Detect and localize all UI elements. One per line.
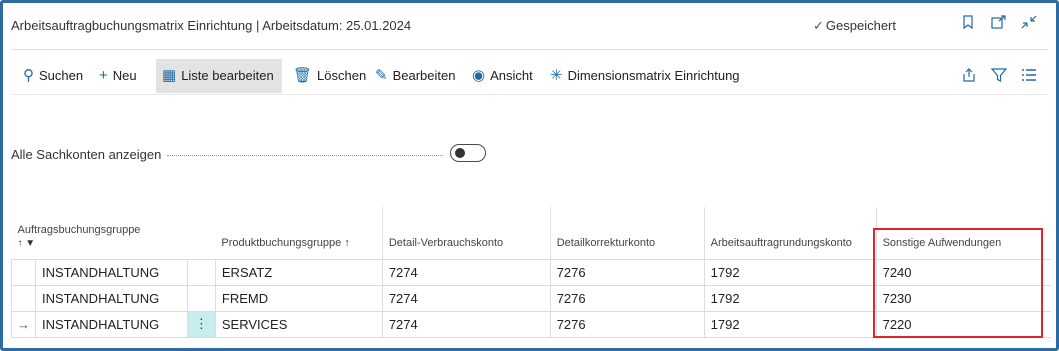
eye-icon: ◉	[472, 67, 486, 84]
delete-label: Löschen	[317, 68, 367, 83]
cell-product-posting-group[interactable]: SERVICES	[214, 310, 383, 338]
edit-list-label: Liste bearbeiten	[181, 68, 274, 83]
pencil-icon: ✎	[375, 67, 388, 84]
row-selector[interactable]	[11, 284, 36, 311]
col-header-label: Auftragsbuchungsgruppe	[17, 223, 141, 236]
page-title: Arbeitsauftragbuchungsmatrix Einrichtung…	[11, 18, 412, 33]
open-new-window-icon[interactable]	[990, 15, 1008, 33]
toggle-knob	[455, 148, 465, 158]
cell-consumption-account[interactable]: 7274	[381, 310, 551, 338]
cell-rounding-account[interactable]: 1792	[703, 258, 877, 285]
filter-icon[interactable]	[990, 68, 1008, 84]
show-all-accounts-toggle[interactable]	[450, 144, 486, 162]
current-row-arrow-icon[interactable]: →	[11, 310, 36, 338]
col-header-correction-account[interactable]: Detailkorrekturkonto	[549, 207, 705, 259]
col-header-label: Detailkorrekturkonto	[556, 236, 656, 249]
check-icon: ✓	[813, 18, 824, 33]
share-icon[interactable]	[960, 68, 978, 84]
dimension-matrix-button[interactable]: ✳ Dimensionsmatrix Einrichtung	[544, 59, 746, 93]
cell-order-posting-group[interactable]: INSTANDHALTUNG	[34, 310, 188, 338]
filter-funnel-icon: ▼	[25, 237, 36, 249]
sort-filter-indicator: ↑ ▼	[18, 238, 182, 249]
col-header-rounding-account[interactable]: Arbeitsauftragrundungskonto	[703, 207, 877, 259]
col-header-label: Arbeitsauftragrundungskonto	[710, 236, 852, 249]
page-frame: Arbeitsauftragbuchungsmatrix Einrichtung…	[0, 0, 1059, 351]
view-button[interactable]: ◉ Ansicht	[466, 59, 539, 93]
cell-order-posting-group[interactable]: INSTANDHALTUNG	[34, 284, 188, 311]
cell-consumption-account[interactable]: 7274	[381, 258, 551, 285]
search-button[interactable]: ⚲ Suchen	[17, 59, 89, 93]
dimension-matrix-label: Dimensionsmatrix Einrichtung	[567, 68, 740, 83]
cell-correction-account[interactable]: 7276	[549, 258, 705, 285]
new-label: Neu	[112, 68, 137, 83]
row-actions-menu-icon[interactable]: ⋮	[186, 310, 216, 338]
cell-correction-account[interactable]: 7276	[549, 310, 705, 338]
dimension-icon: ✳	[550, 67, 563, 84]
list-view-icon[interactable]	[1020, 68, 1038, 84]
highlight-box	[873, 228, 1043, 338]
cell-rounding-account[interactable]: 1792	[703, 284, 877, 311]
show-all-accounts-label: Alle Sachkonten anzeigen	[11, 147, 162, 162]
title-bar: Arbeitsauftragbuchungsmatrix Einrichtung…	[3, 3, 1056, 49]
edit-list-button[interactable]: ▦ Liste bearbeiten	[156, 59, 282, 93]
cell-correction-account[interactable]: 7276	[549, 284, 705, 311]
plus-icon: +	[99, 67, 108, 84]
save-status: ✓ Gespeichert	[813, 18, 896, 34]
edit-list-icon: ▦	[162, 67, 177, 84]
row-actions-cell[interactable]	[186, 284, 216, 311]
view-label: Ansicht	[490, 68, 533, 83]
search-label: Suchen	[39, 68, 84, 83]
sort-ascending-icon: ↑	[17, 237, 23, 249]
row-actions-cell[interactable]	[186, 258, 216, 285]
cell-product-posting-group[interactable]: ERSATZ	[214, 258, 383, 285]
search-icon: ⚲	[23, 67, 34, 84]
cell-rounding-account[interactable]: 1792	[703, 310, 877, 338]
cell-consumption-account[interactable]: 7274	[381, 284, 551, 311]
col-header-product-posting-group[interactable]: Produktbuchungsgruppe ↑	[215, 207, 382, 259]
toolbar-divider	[11, 94, 1048, 95]
title-divider	[11, 49, 1048, 50]
saved-label: Gespeichert	[825, 18, 896, 33]
cell-order-posting-group[interactable]: INSTANDHALTUNG	[34, 258, 188, 285]
cell-product-posting-group[interactable]: FREMD	[214, 284, 383, 311]
col-header-label: Produktbuchungsgruppe ↑	[221, 236, 350, 249]
col-header-order-posting-group[interactable]: Auftragsbuchungsgruppe ↑ ▼	[12, 207, 188, 259]
collapse-icon[interactable]	[1020, 15, 1038, 33]
bookmark-icon[interactable]	[959, 15, 977, 33]
col-header-spacer	[187, 207, 215, 259]
col-header-label: Detail-Verbrauchskonto	[388, 236, 504, 249]
row-selector[interactable]	[11, 258, 36, 285]
edit-button[interactable]: ✎ Bearbeiten	[369, 59, 461, 93]
trash-icon: 🗑	[293, 67, 313, 84]
new-button[interactable]: + Neu	[93, 59, 143, 93]
delete-button[interactable]: 🗑 Löschen	[287, 59, 372, 93]
action-bar: ⚲ Suchen + Neu ▦ Liste bearbeiten 🗑 Löschen …	[3, 59, 1056, 93]
edit-label: Bearbeiten	[392, 68, 456, 83]
col-header-consumption-account[interactable]: Detail-Verbrauchskonto	[381, 207, 551, 259]
field-leader-dots	[167, 155, 443, 156]
